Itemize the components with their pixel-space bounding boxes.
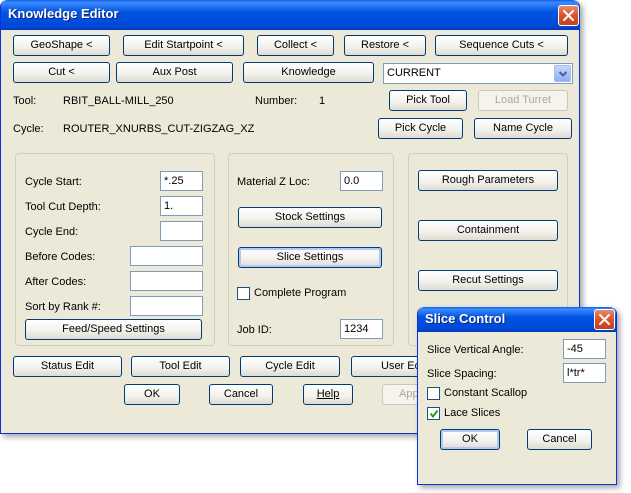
help-label: Help	[316, 388, 340, 400]
close-icon	[563, 10, 574, 21]
job-id-label: Job ID:	[237, 324, 272, 336]
pick-cycle-button[interactable]: Pick Cycle	[378, 118, 463, 139]
tool-name: RBIT_BALL-MILL_250	[63, 95, 174, 107]
help-button[interactable]: Help	[303, 384, 353, 405]
close-icon	[599, 314, 610, 325]
sort-by-rank-label: Sort by Rank #:	[25, 301, 101, 313]
tool-cut-depth-input[interactable]: 1.	[160, 196, 203, 216]
feed-speed-settings-button[interactable]: Feed/Speed Settings	[25, 319, 202, 340]
after-codes-input[interactable]	[130, 271, 203, 291]
close-button[interactable]	[558, 5, 579, 26]
lace-slices-checkbox[interactable]	[427, 407, 440, 420]
containment-button[interactable]: Containment	[418, 220, 558, 241]
tool-label: Tool:	[13, 95, 37, 107]
job-id-input[interactable]: 1234	[340, 319, 383, 339]
slice-spacing-label: Slice Spacing:	[427, 368, 497, 380]
cycle-state-value: CURRENT	[387, 67, 441, 79]
geoshape-button[interactable]: GeoShape <	[13, 35, 110, 56]
pick-tool-button[interactable]: Pick Tool	[389, 90, 467, 111]
slice-vertical-angle-label: Slice Vertical Angle:	[427, 344, 524, 356]
cycle-edit-button[interactable]: Cycle Edit	[240, 356, 340, 377]
cut-button[interactable]: Cut <	[13, 62, 110, 83]
tool-cut-depth-label: Tool Cut Depth:	[25, 201, 101, 213]
dropdown-arrow-button[interactable]	[554, 65, 571, 82]
restore-button[interactable]: Restore <	[344, 35, 426, 56]
tool-edit-button[interactable]: Tool Edit	[131, 356, 230, 377]
knowledge-button[interactable]: Knowledge	[243, 62, 374, 83]
after-codes-label: After Codes:	[25, 276, 87, 288]
slice-cancel-button[interactable]: Cancel	[527, 429, 592, 450]
number-value: 1	[319, 95, 326, 107]
before-codes-input[interactable]	[130, 246, 203, 266]
cycle-start-input[interactable]: *.25	[160, 171, 203, 191]
edit-startpoint-button[interactable]: Edit Startpoint <	[123, 35, 244, 56]
aux-post-button[interactable]: Aux Post	[116, 62, 233, 83]
slice-dialog-title-bar[interactable]: Slice Control	[418, 307, 616, 332]
sort-by-rank-input[interactable]	[130, 296, 203, 316]
status-edit-button[interactable]: Status Edit	[13, 356, 122, 377]
sequence-cuts-button[interactable]: Sequence Cuts <	[435, 35, 568, 56]
slice-vertical-angle-input[interactable]: -45	[563, 339, 606, 359]
collect-button[interactable]: Collect <	[257, 35, 334, 56]
material-z-loc-label: Material Z Loc:	[237, 176, 310, 188]
cycle-start-label: Cycle Start:	[25, 176, 82, 188]
cancel-button[interactable]: Cancel	[209, 384, 273, 405]
before-codes-label: Before Codes:	[25, 251, 96, 263]
cycle-label: Cycle:	[13, 123, 44, 135]
window-title: Knowledge Editor	[8, 6, 119, 21]
cycle-name: ROUTER_XNURBS_CUT-ZIGZAG_XZ	[63, 123, 255, 135]
slice-settings-button[interactable]: Slice Settings	[238, 247, 382, 268]
cycle-end-input[interactable]	[160, 221, 203, 241]
ok-button[interactable]: OK	[124, 384, 180, 405]
load-turret-button[interactable]: Load Turret	[478, 90, 568, 111]
slice-dialog-title: Slice Control	[425, 311, 506, 326]
stock-settings-button[interactable]: Stock Settings	[238, 207, 382, 228]
slice-ok-button[interactable]: OK	[440, 429, 500, 450]
slice-dialog-close-button[interactable]	[594, 309, 615, 330]
recut-settings-button[interactable]: Recut Settings	[418, 270, 558, 291]
cycle-end-label: Cycle End:	[25, 226, 79, 238]
title-bar[interactable]: Knowledge Editor	[1, 0, 579, 30]
slice-control-dialog: Slice Control Slice Vertical Angle: -45 …	[417, 307, 617, 485]
name-cycle-button[interactable]: Name Cycle	[474, 118, 572, 139]
slice-spacing-input[interactable]: l*tr*	[563, 363, 606, 383]
constant-scallop-checkbox[interactable]	[427, 387, 440, 400]
number-label: Number:	[255, 95, 298, 107]
lace-slices-label: Lace Slices	[444, 407, 501, 419]
checkmark-icon	[429, 409, 439, 419]
complete-program-label: Complete Program	[254, 287, 347, 299]
material-z-loc-input[interactable]: 0.0	[340, 171, 383, 191]
cycle-state-dropdown[interactable]: CURRENT	[383, 63, 573, 84]
constant-scallop-label: Constant Scallop	[444, 387, 528, 399]
dropdown-arrow-icon	[559, 71, 567, 77]
rough-parameters-button[interactable]: Rough Parameters	[418, 170, 558, 191]
complete-program-checkbox[interactable]	[237, 287, 250, 300]
